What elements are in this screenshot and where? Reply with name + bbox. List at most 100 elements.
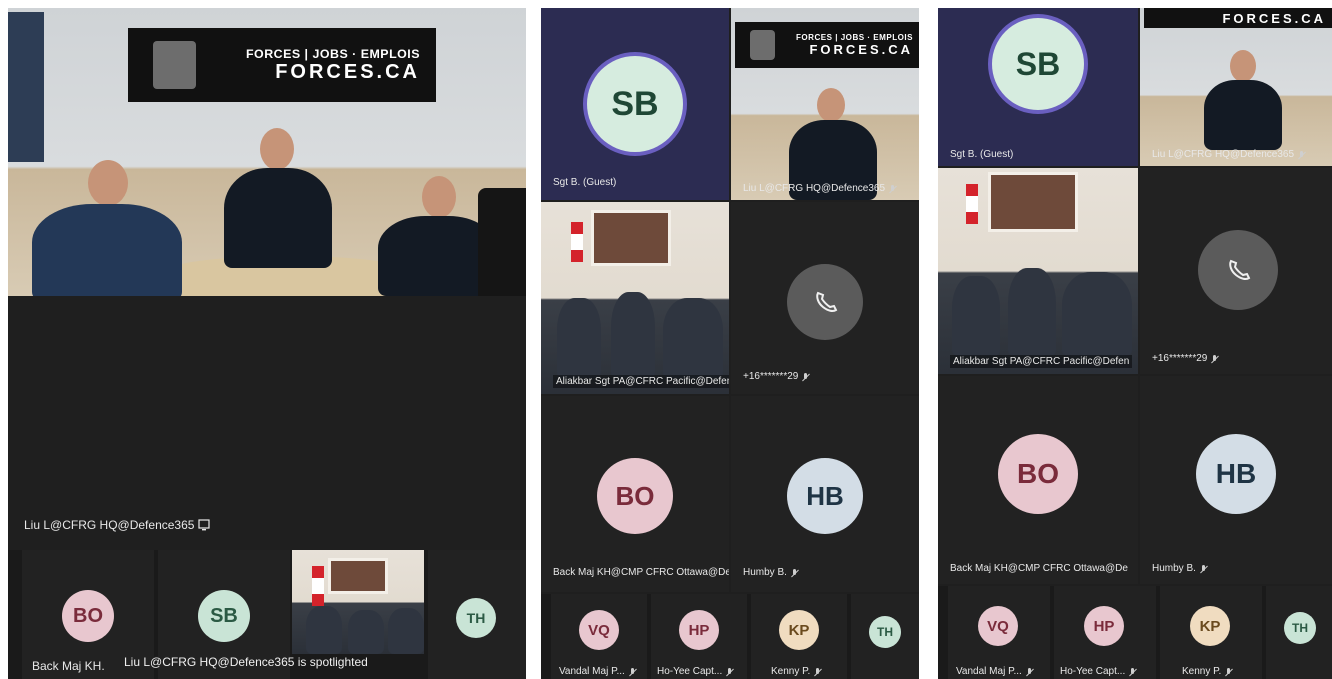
- mic-off-icon: [1211, 354, 1218, 363]
- banner-line1: FORCES | JOBS · EMPLOIS: [795, 33, 913, 42]
- avatar-sb-large: SB: [992, 18, 1084, 110]
- office-chair: [478, 188, 526, 296]
- avatar-th: TH: [1284, 612, 1316, 644]
- name-kp: Kenny P.: [1182, 666, 1232, 677]
- banner-line2: FORCES.CA: [809, 42, 913, 57]
- banner-line1: FORCES | JOBS · EMPLOIS: [245, 46, 420, 61]
- name-sb-guest: Sgt B. (Guest): [950, 149, 1014, 160]
- fireplace: [988, 172, 1078, 232]
- avatar-th: TH: [869, 616, 901, 648]
- name-bo: Back Maj KH@CMP CFRC Ottawa@De: [553, 567, 729, 578]
- avatar-hb: HB: [787, 458, 863, 534]
- strip-name-bo: Back Maj KH.: [32, 659, 105, 673]
- participant-center: [1204, 50, 1284, 150]
- crowd: [348, 610, 384, 654]
- avatar-hb: HB: [1196, 434, 1276, 514]
- tile-liu-video[interactable]: FORCES | JOBS · EMPLOIS FORCES.CA Liu L@…: [731, 8, 919, 200]
- strip-tile-kp[interactable]: KP Kenny P.: [751, 594, 847, 679]
- banner-line2: FORCES.CA: [1222, 10, 1326, 26]
- tile-phone[interactable]: +16*******29: [731, 202, 919, 394]
- name-hb: Humby B.: [1152, 563, 1207, 574]
- mic-off-icon: [1026, 667, 1033, 676]
- fireplace: [591, 210, 671, 266]
- avatar-sb: SB: [198, 590, 250, 642]
- panel-gallery-view-2: SB Sgt B. (Guest) FORCES.CA Liu L@CFRG H…: [938, 8, 1332, 679]
- strip-tile-th[interactable]: TH: [428, 550, 526, 679]
- banner-line2: FORCES.CA: [275, 60, 420, 83]
- crowd: [1062, 272, 1132, 356]
- crowd: [952, 276, 1000, 356]
- tile-bo[interactable]: BO Back Maj KH@CMP CFRC Ottawa@De: [541, 396, 729, 592]
- tile-sb-guest[interactable]: SB Sgt B. (Guest): [938, 8, 1138, 166]
- name-kp: Kenny P.: [771, 666, 821, 677]
- canada-flag: [312, 566, 324, 606]
- mic-off-icon: [802, 372, 809, 381]
- tile-sb-guest[interactable]: SB Sgt B. (Guest): [541, 8, 729, 200]
- tile-liu-video[interactable]: FORCES.CA Liu L@CFRG HQ@Defence365: [1140, 8, 1332, 166]
- avatar-bo: BO: [62, 590, 114, 642]
- wall-poster: [8, 12, 44, 162]
- crowd: [611, 292, 655, 378]
- phone-avatar: [1198, 230, 1278, 310]
- spotlight-participant-name: Liu L@CFRG HQ@Defence365: [24, 518, 211, 532]
- tile-aliakbar-video[interactable]: Aliakbar Sgt PA@CFRC Pacific@Defen: [938, 168, 1138, 374]
- name-bo: Back Maj KH@CMP CFRC Ottawa@De: [950, 563, 1128, 574]
- strip-tile-th[interactable]: TH: [851, 594, 919, 679]
- name-aliakbar: Aliakbar Sgt PA@CFRC Pacific@Defen: [950, 355, 1133, 368]
- avatar-bo: BO: [998, 434, 1078, 514]
- name-phone: +16*******29: [743, 371, 809, 382]
- mic-off-icon: [791, 568, 798, 577]
- avatar-hp: HP: [1084, 606, 1124, 646]
- name-vq: Vandal Maj P...: [559, 666, 636, 677]
- strip-tile-hp[interactable]: HP Ho-Yee Capt...: [1054, 586, 1156, 679]
- tile-hb[interactable]: HB Humby B.: [731, 396, 919, 592]
- forces-banner: FORCES | JOBS · EMPLOIS FORCES.CA: [735, 22, 919, 68]
- participant-left: [32, 160, 192, 296]
- panel-spotlight-view: FORCES | JOBS · EMPLOIS FORCES.CA Liu L@…: [8, 8, 526, 679]
- screen-share-icon: [198, 519, 211, 531]
- strip-tile-th[interactable]: TH: [1266, 586, 1332, 679]
- mic-off-icon: [1129, 667, 1136, 676]
- crowd: [1008, 268, 1056, 356]
- name-hp: Ho-Yee Capt...: [1060, 666, 1136, 677]
- tile-aliakbar-video[interactable]: Aliakbar Sgt PA@CFRC Pacific@Defen: [541, 202, 729, 394]
- strip-tile-hp[interactable]: HP Ho-Yee Capt...: [651, 594, 747, 679]
- avatar-sb-large: SB: [587, 56, 683, 152]
- spotlight-video-tile[interactable]: FORCES | JOBS · EMPLOIS FORCES.CA: [8, 8, 526, 296]
- crest-logo: [749, 30, 776, 60]
- tile-bo[interactable]: BO Back Maj KH@CMP CFRC Ottawa@De: [938, 376, 1138, 584]
- crest-logo: [152, 41, 196, 89]
- avatar-bo: BO: [597, 458, 673, 534]
- strip-tile-vq[interactable]: VQ Vandal Maj P...: [551, 594, 647, 679]
- avatar-hp: HP: [679, 610, 719, 650]
- mic-off-icon: [726, 667, 733, 676]
- avatar-vq: VQ: [978, 606, 1018, 646]
- name-hb: Humby B.: [743, 567, 798, 578]
- mic-off-icon: [889, 184, 896, 193]
- fireplace: [328, 558, 388, 594]
- panel-gallery-view: SB Sgt B. (Guest) FORCES | JOBS · EMPLOI…: [541, 8, 919, 679]
- avatar-kp: KP: [1190, 606, 1230, 646]
- name-liu: Liu L@CFRG HQ@Defence365: [1152, 149, 1305, 160]
- phone-avatar: [787, 264, 863, 340]
- name-hp: Ho-Yee Capt...: [657, 666, 733, 677]
- avatar-th: TH: [456, 598, 496, 638]
- avatar-kp: KP: [779, 610, 819, 650]
- phone-icon: [816, 291, 838, 312]
- mic-off-icon: [1200, 564, 1207, 573]
- name-aliakbar: Aliakbar Sgt PA@CFRC Pacific@Defen: [553, 375, 729, 388]
- crowd: [388, 608, 424, 654]
- name-sb-guest: Sgt B. (Guest): [553, 177, 617, 188]
- strip-tile-vq[interactable]: VQ Vandal Maj P...: [948, 586, 1050, 679]
- tile-hb[interactable]: HB Humby B.: [1140, 376, 1332, 584]
- strip-tile-video[interactable]: [292, 550, 424, 654]
- spotlight-toast: Liu L@CFRG HQ@Defence365 is spotlighted: [124, 655, 368, 669]
- mic-off-icon: [629, 667, 636, 676]
- strip-tile-kp[interactable]: KP Kenny P.: [1160, 586, 1262, 679]
- canada-flag: [966, 184, 978, 224]
- mic-off-icon: [1225, 667, 1232, 676]
- name-phone: +16*******29: [1152, 353, 1218, 364]
- crowd: [663, 298, 723, 378]
- tile-phone[interactable]: +16*******29: [1140, 168, 1332, 374]
- mic-off-icon: [814, 667, 821, 676]
